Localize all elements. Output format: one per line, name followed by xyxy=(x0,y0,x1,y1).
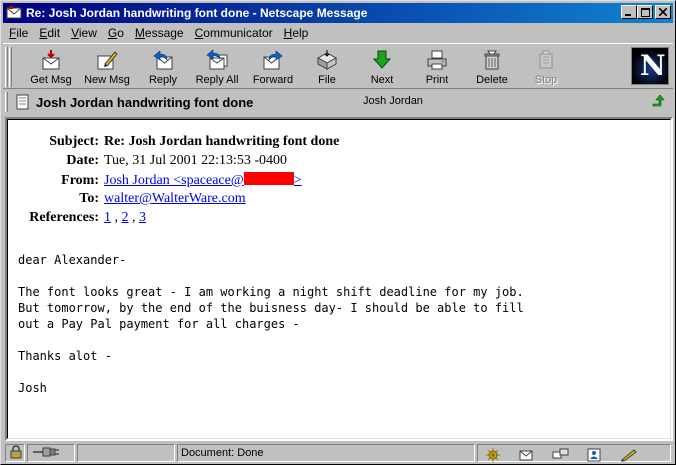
message-body: dear Alexander- The font looks great - I… xyxy=(18,253,524,395)
reference-link-1[interactable]: 1 xyxy=(104,210,111,225)
header-row-to: To: walter@WalterWare.com xyxy=(18,191,339,210)
message-page-icon xyxy=(15,94,31,110)
message-summary-bar: Josh Jordan handwriting font done Josh J… xyxy=(3,90,673,114)
status-bar: Document: Done xyxy=(3,443,673,463)
netscape-logo[interactable]: N xyxy=(631,47,669,85)
reply-all-button[interactable]: Reply All xyxy=(189,46,245,88)
menu-go[interactable]: Go xyxy=(102,26,129,40)
trash-icon xyxy=(480,48,504,72)
reply-button[interactable]: Reply xyxy=(135,46,191,88)
netscape-message-window: Re: Josh Jordan handwriting font done - … xyxy=(0,0,676,465)
menu-file[interactable]: File xyxy=(3,26,33,40)
maximize-button[interactable] xyxy=(637,5,653,19)
toolbar: Get Msg New Msg Reply Reply All Forward … xyxy=(3,43,673,89)
header-row-references: References: 1 , 2 , 3 xyxy=(18,210,339,229)
progress-cell xyxy=(77,444,175,462)
message-headers: Subject: Re: Josh Jordan handwriting fon… xyxy=(18,134,339,229)
subject-label: Subject: xyxy=(49,134,99,149)
reference-link-2[interactable]: 2 xyxy=(122,210,129,225)
window-title: Re: Josh Jordan handwriting font done - … xyxy=(26,6,368,20)
summary-sender: Josh Jordan xyxy=(363,95,423,107)
discussions-icon[interactable] xyxy=(552,448,570,462)
date-value: Tue, 31 Jul 2001 22:13:53 -0400 xyxy=(104,153,288,168)
close-icon xyxy=(659,8,667,16)
address-book-icon[interactable] xyxy=(586,448,604,462)
subject-value: Re: Josh Jordan handwriting font done xyxy=(104,134,340,149)
close-button[interactable] xyxy=(655,5,671,19)
security-lock-cell[interactable] xyxy=(5,444,25,462)
summary-grip[interactable] xyxy=(5,92,8,112)
minimize-button[interactable] xyxy=(621,5,637,19)
header-row-subject: Subject: Re: Josh Jordan handwriting fon… xyxy=(18,134,339,153)
navigator-icon[interactable] xyxy=(484,448,502,462)
minimize-icon xyxy=(625,14,631,16)
new-msg-button[interactable]: New Msg xyxy=(79,46,135,88)
header-row-date: Date: Tue, 31 Jul 2001 22:13:53 -0400 xyxy=(18,153,339,172)
get-msg-icon xyxy=(39,48,63,72)
menu-communicator[interactable]: Communicator xyxy=(189,26,278,40)
online-status-cell[interactable] xyxy=(27,444,75,462)
references-label: References: xyxy=(29,210,99,225)
redaction-block xyxy=(243,172,294,185)
toolbar-grip[interactable] xyxy=(5,47,8,87)
message-envelope-icon xyxy=(6,5,22,21)
message-content-pane[interactable]: Subject: Re: Josh Jordan handwriting fon… xyxy=(5,117,673,441)
menu-help[interactable]: Help xyxy=(278,26,314,40)
netscape-logo-letter: N xyxy=(640,49,666,82)
status-text: Document: Done xyxy=(177,444,475,462)
header-row-from: From: Josh Jordan <spaceace@ > xyxy=(18,172,339,191)
stop-icon xyxy=(534,48,558,72)
file-folder-icon xyxy=(315,48,339,72)
new-msg-icon xyxy=(95,48,119,72)
menu-message[interactable]: Message xyxy=(129,26,189,40)
lock-icon xyxy=(10,445,22,459)
component-bar xyxy=(477,444,671,462)
from-link[interactable]: Josh Jordan <spaceace@ > xyxy=(104,172,302,189)
forward-icon xyxy=(261,48,285,72)
mailbox-icon[interactable] xyxy=(518,448,536,462)
reply-all-icon xyxy=(205,48,229,72)
next-icon xyxy=(370,48,394,72)
menu-view[interactable]: View xyxy=(65,26,102,40)
maximize-icon xyxy=(640,7,650,17)
to-link[interactable]: walter@WalterWare.com xyxy=(104,191,246,207)
forward-button[interactable]: Forward xyxy=(245,46,301,88)
get-msg-button[interactable]: Get Msg xyxy=(23,46,79,88)
connection-plug-icon xyxy=(33,447,59,457)
collapse-header-icon[interactable] xyxy=(651,94,667,110)
date-label: Date: xyxy=(66,153,99,168)
printer-icon xyxy=(425,48,449,72)
next-button[interactable]: Next xyxy=(354,46,410,88)
delete-button[interactable]: Delete xyxy=(464,46,520,88)
toolbar-grip-2[interactable] xyxy=(9,47,12,87)
menu-edit[interactable]: Edit xyxy=(33,26,65,40)
menu-bar: File Edit View Go Message Communicator H… xyxy=(3,24,673,42)
from-label: From: xyxy=(61,173,99,188)
reference-link-3[interactable]: 3 xyxy=(139,210,146,225)
print-button[interactable]: Print xyxy=(409,46,465,88)
stop-button[interactable]: Stop xyxy=(518,46,574,88)
reply-icon xyxy=(151,48,175,72)
summary-subject: Josh Jordan handwriting font done xyxy=(36,94,254,110)
file-button[interactable]: File xyxy=(299,46,355,88)
title-bar[interactable]: Re: Josh Jordan handwriting font done - … xyxy=(3,3,673,23)
composer-icon[interactable] xyxy=(620,448,638,462)
to-label: To: xyxy=(79,191,99,206)
